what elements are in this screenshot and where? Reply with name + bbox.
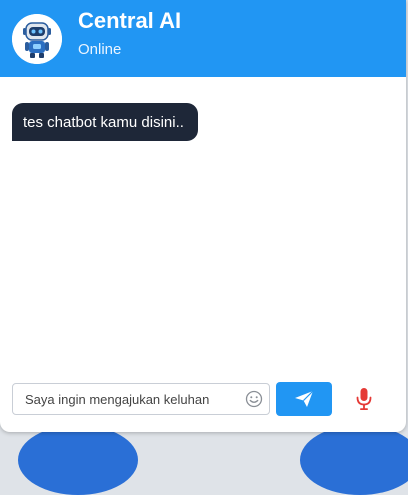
bot-name: Central AI bbox=[78, 8, 182, 33]
bot-status: Online bbox=[78, 41, 122, 58]
chat-header: Central AI Online bbox=[0, 0, 406, 77]
microphone-icon[interactable] bbox=[354, 387, 374, 411]
background-shape bbox=[300, 425, 408, 495]
background-shape bbox=[18, 425, 138, 495]
robot-avatar-icon bbox=[12, 14, 62, 64]
chat-widget: Central AI Online tes chatbot kamu disin… bbox=[0, 0, 406, 432]
message-bubble: tes chatbot kamu disini.. bbox=[12, 103, 198, 141]
paper-plane-icon bbox=[295, 390, 314, 407]
message-input[interactable] bbox=[13, 384, 241, 414]
smiley-icon[interactable] bbox=[245, 390, 263, 408]
send-button[interactable] bbox=[276, 382, 332, 416]
message-input-container bbox=[12, 383, 270, 415]
bot-avatar bbox=[12, 14, 62, 64]
